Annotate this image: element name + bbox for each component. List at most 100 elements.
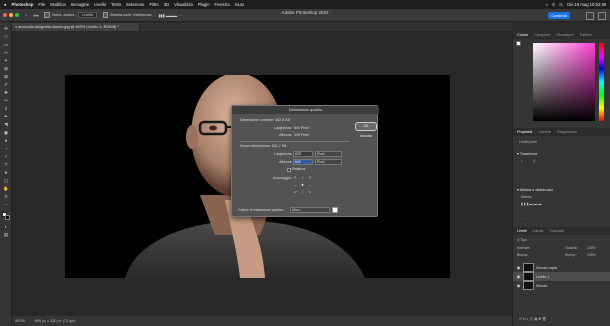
new-height-input[interactable]: 540 [293, 159, 313, 165]
pen-tool-icon[interactable]: ✓ [3, 154, 9, 159]
anchor-se-icon[interactable]: ↘ [306, 188, 313, 195]
menu-3d[interactable]: 3D [164, 2, 169, 7]
transform-fields[interactable]: L A [521, 159, 536, 163]
zoom-window-button[interactable] [15, 13, 19, 17]
more-tools-icon[interactable]: ⋯ [3, 202, 9, 207]
anchor-center-icon[interactable]: ● [299, 181, 306, 188]
panel-fg-swatch[interactable] [516, 41, 521, 46]
cancel-button[interactable]: Annulla [355, 132, 377, 141]
ok-button[interactable]: OK [355, 122, 377, 131]
menu-selezione[interactable]: Selezione [126, 2, 144, 7]
frame-tool-icon[interactable]: ⊠ [3, 74, 9, 79]
transform-section[interactable]: ▾ Trasforma [517, 151, 537, 156]
show-transform-option[interactable]: Mostra contr. trasformaz. [102, 12, 152, 18]
move-tool-icon[interactable]: ✣ [3, 26, 9, 31]
home-icon[interactable]: ⌂ [25, 13, 27, 17]
more-options-icon[interactable]: ⋯ [521, 217, 524, 221]
screen-mode-icon[interactable]: ▤ [3, 232, 9, 237]
marquee-tool-icon[interactable]: ▭ [3, 42, 9, 47]
tab-tracciati[interactable]: Tracciati [549, 229, 563, 233]
control-center-icon[interactable]: ☷ [559, 2, 563, 7]
color-field[interactable] [533, 43, 595, 121]
menu-testo[interactable]: Testo [111, 2, 121, 7]
eyedropper-tool-icon[interactable]: ✐ [3, 82, 9, 87]
layer-row[interactable]: ◉ Sfondo [513, 281, 610, 290]
visibility-eye-icon[interactable]: ◉ [516, 274, 521, 279]
zoom-tool-icon[interactable]: ⚲ [3, 194, 9, 199]
quick-select-tool-icon[interactable]: ✦ [3, 58, 9, 63]
lasso-tool-icon[interactable]: ∞ [3, 50, 9, 55]
path-select-tool-icon[interactable]: ➤ [3, 170, 9, 175]
align-icons[interactable]: ▮▮▮ ▬▬▬ ⋯ [158, 13, 182, 18]
hue-slider[interactable] [599, 43, 604, 121]
extension-color-select[interactable]: Altro... [290, 207, 330, 213]
menu-visualizza[interactable]: Visualizza [174, 2, 193, 7]
new-height-unit-select[interactable]: Pixel [315, 159, 342, 165]
wifi-icon[interactable]: ≈ [546, 2, 548, 7]
layer-filter[interactable]: ⚲ Tipo [517, 238, 527, 242]
align-buttons[interactable]: ▮ ▮ ▮ ▬ ▬ ▬ [521, 202, 541, 206]
workspace-icon[interactable] [598, 12, 606, 20]
document-tab[interactable]: × aranzulla-fotografia-sfondo.jpg @ 400%… [12, 23, 140, 31]
healing-tool-icon[interactable]: ✚ [3, 90, 9, 95]
minimize-window-button[interactable] [9, 13, 13, 17]
anchor-w-icon[interactable]: ← [292, 181, 299, 188]
tab-colore[interactable]: Colore [517, 33, 528, 37]
autoselect-dropdown[interactable]: Livello [78, 12, 97, 18]
new-width-unit-select[interactable]: Pixel [315, 151, 342, 157]
anchor-nw-icon[interactable]: ↖ [292, 174, 299, 181]
menu-plugin[interactable]: Plugin [198, 2, 210, 7]
anchor-grid[interactable]: ↖ ↑ ↗ ← ● → ↙ ↓ ↘ [292, 174, 314, 196]
anchor-s-icon[interactable]: ↓ [299, 188, 306, 195]
history-brush-tool-icon[interactable]: ✒ [3, 114, 9, 119]
tab-livelli[interactable]: Livelli [517, 229, 527, 233]
tab-sfumature[interactable]: Sfumature [556, 33, 574, 37]
crop-tool-icon[interactable]: ⊞ [3, 66, 9, 71]
menu-filtro[interactable]: Filtro [149, 2, 158, 7]
menu-modifica[interactable]: Modifica [50, 2, 66, 7]
eraser-tool-icon[interactable]: ◥ [3, 122, 9, 127]
blend-mode-select[interactable]: Normale [517, 246, 530, 250]
share-button[interactable]: Condividi [548, 12, 570, 19]
shape-tool-icon[interactable]: ▢ [3, 178, 9, 183]
anchor-sw-icon[interactable]: ↙ [292, 188, 299, 195]
quick-mask-icon[interactable]: ◐ [3, 224, 9, 229]
autoselect-checkbox[interactable] [44, 12, 50, 18]
anchor-e-icon[interactable]: → [306, 181, 313, 188]
artboard-tool-icon[interactable]: □ [3, 34, 9, 39]
search-icon[interactable]: ⚲ [552, 2, 555, 7]
tab-canali[interactable]: Canali [533, 229, 544, 233]
menu-file[interactable]: File [38, 2, 45, 7]
align-section[interactable]: ▾ Allinea e distribuisci [517, 187, 553, 192]
opacity-value[interactable]: 100% [587, 246, 596, 250]
zoom-level[interactable]: 400% [15, 319, 25, 323]
menu-photoshop[interactable]: Photoshop [12, 2, 34, 7]
show-transform-checkbox[interactable] [102, 12, 109, 18]
apple-menu-icon[interactable]: ● [4, 2, 7, 7]
move-tool-preset-icon[interactable]: ✣▾ [33, 13, 38, 18]
menu-immagine[interactable]: Immagine [71, 2, 89, 7]
tab-pattern[interactable]: Pattern [580, 33, 592, 37]
tab-campioni[interactable]: Campioni [534, 33, 550, 37]
hand-tool-icon[interactable]: ✋ [3, 186, 9, 191]
fill-value[interactable]: 100% [587, 253, 596, 257]
tab-librerie[interactable]: Librerie [538, 130, 551, 134]
anchor-n-icon[interactable]: ↑ [299, 174, 306, 181]
dodge-tool-icon[interactable]: ◔ [3, 146, 9, 151]
layer-row[interactable]: ◉ Sfondo copia [513, 263, 610, 272]
visibility-eye-icon[interactable]: ◉ [516, 283, 521, 288]
brush-tool-icon[interactable]: ✑ [3, 98, 9, 103]
layer-row[interactable]: ◉ Livello 1 [513, 272, 610, 281]
anchor-ne-icon[interactable]: ↗ [306, 174, 313, 181]
autoselect-option[interactable]: Selez. autom.: Livello [44, 12, 97, 18]
visibility-eye-icon[interactable]: ◉ [516, 265, 521, 270]
tab-proprieta[interactable]: Proprietà [517, 130, 532, 134]
menu-aiuto[interactable]: Aiuto [235, 2, 245, 7]
search-panel-icon[interactable] [586, 12, 594, 20]
gradient-tool-icon[interactable]: ▣ [3, 130, 9, 135]
relative-checkbox[interactable] [287, 168, 291, 172]
new-width-input[interactable]: 825 [293, 151, 313, 157]
extension-color-swatch[interactable] [332, 207, 338, 213]
menu-finestra[interactable]: Finestra [215, 2, 230, 7]
stamp-tool-icon[interactable]: ♯ [3, 106, 9, 111]
